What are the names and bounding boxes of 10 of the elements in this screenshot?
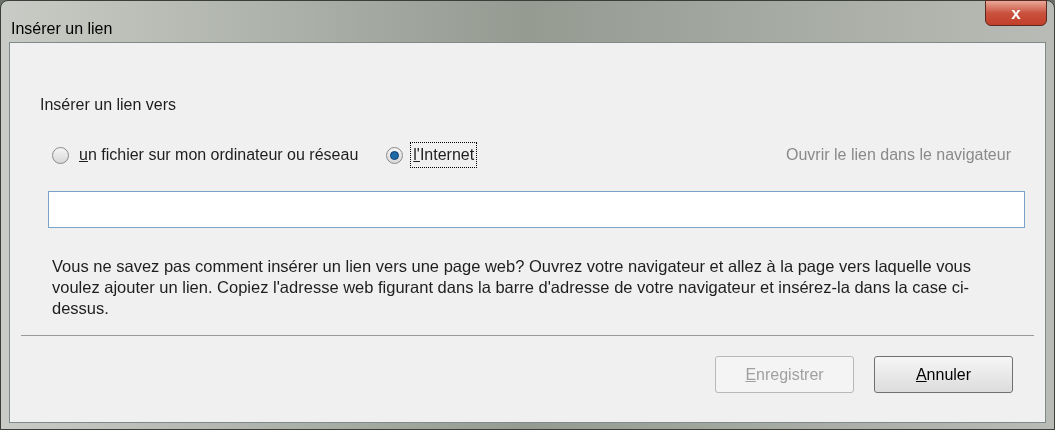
radio-icon[interactable]: [386, 146, 404, 164]
url-input-field[interactable]: [48, 191, 1025, 228]
close-button[interactable]: x: [985, 0, 1047, 26]
group-label: Insérer un lien vers: [40, 95, 178, 115]
radio-option[interactable]: l'Internet: [386, 143, 477, 167]
window-title: Insérer un lien: [11, 19, 113, 39]
radio-icon[interactable]: [52, 146, 69, 164]
radio-option[interactable]: un fichier sur mon ordinateur ou réseau: [52, 143, 361, 167]
cancel-button[interactable]: Annuler: [874, 356, 1013, 393]
help-text: Vous ne savez pas comment insérer un lien vers une page web? Ouvrez votre navigateur et allez à la page vers laquelle vous voulez ajouter un lien. Copiez l'adresse web figurant dans la barre d'adresse de votre navigateur et insérez-la dans la case ci-dessus.: [52, 256, 973, 319]
